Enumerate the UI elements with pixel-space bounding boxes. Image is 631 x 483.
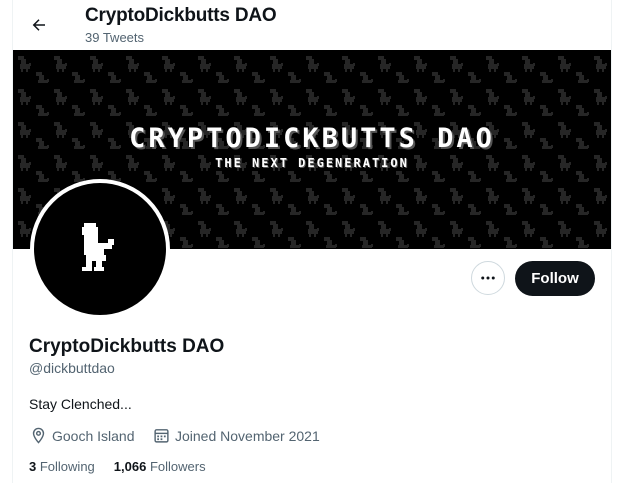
following-link[interactable]: 3 Following <box>29 459 95 474</box>
location-pin-icon <box>32 427 45 444</box>
more-options-button[interactable] <box>471 261 505 295</box>
back-button[interactable] <box>22 8 56 42</box>
header-tweet-count: 39 Tweets <box>85 30 145 45</box>
avatar[interactable] <box>30 179 170 319</box>
profile-handle: @dickbuttdao <box>29 360 115 376</box>
following-count: 3 <box>29 459 37 474</box>
banner-title: CRYPTODICKBUTTS DAO <box>129 123 495 154</box>
dickbutt-logo-icon <box>82 223 114 271</box>
location-text: Gooch Island <box>52 427 135 444</box>
profile-stats: 3 Following 1,066 Followers <box>29 459 225 474</box>
follow-button[interactable]: Follow <box>515 261 595 296</box>
followers-count: 1,066 <box>113 459 147 474</box>
banner-subtitle: THE NEXT DEGENERATION <box>215 156 409 170</box>
header-display-name: CryptoDickbutts DAO <box>85 5 277 26</box>
profile-name: CryptoDickbutts DAO <box>29 336 225 357</box>
column-divider-right <box>611 0 612 483</box>
followers-link[interactable]: 1,066 Followers <box>114 459 206 474</box>
profile-page: CryptoDickbutts DAO 39 Tweets CRYPTODICK… <box>0 0 631 483</box>
followers-label: Followers <box>149 459 206 474</box>
arrow-left-icon <box>32 19 45 31</box>
joined-text: Joined November 2021 <box>175 427 320 444</box>
calendar-icon <box>154 429 169 443</box>
profile-location: Gooch Island <box>30 427 135 444</box>
ellipsis-icon <box>481 276 495 280</box>
profile-joined-date: Joined November 2021 <box>153 427 320 444</box>
following-label: Following <box>39 459 95 474</box>
profile-bio: Stay Clenched... <box>29 396 132 412</box>
